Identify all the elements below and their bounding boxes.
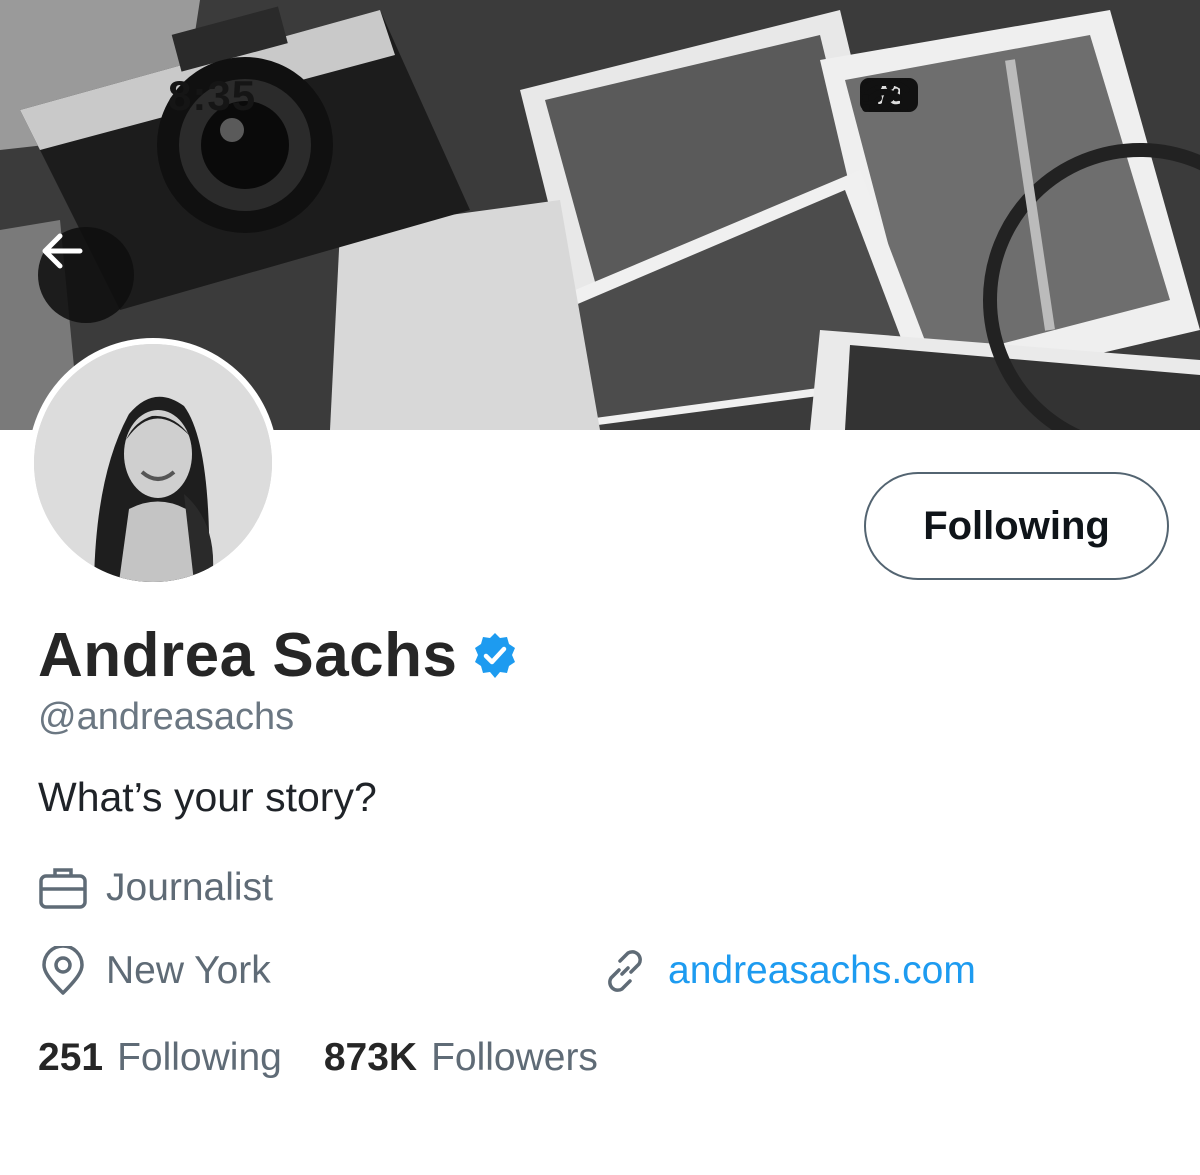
back-button[interactable]	[38, 227, 134, 323]
occupation-row: Journalist	[38, 866, 273, 910]
display-name: Andrea Sachs	[38, 621, 458, 690]
location-row: New York	[38, 946, 271, 996]
follow-stats: 251 Following 873K Followers	[38, 1036, 598, 1080]
status-time: 8:35	[168, 72, 257, 119]
verified-badge-icon	[474, 632, 515, 678]
avatar-image	[34, 344, 272, 582]
website-link[interactable]: andreasachs.com	[668, 949, 976, 993]
briefcase-icon	[39, 868, 87, 909]
following-label[interactable]: Following	[117, 1036, 282, 1080]
status-icons: 73	[860, 78, 918, 112]
location-text: New York	[106, 949, 271, 992]
website-row[interactable]: andreasachs.com	[600, 946, 976, 996]
link-icon	[608, 950, 642, 992]
arrow-left-icon	[42, 233, 83, 269]
occupation-text: Journalist	[106, 866, 273, 909]
following-button[interactable]: Following	[864, 472, 1169, 580]
profile-bio: What’s your story?	[38, 774, 377, 820]
location-pin-icon	[42, 946, 84, 995]
following-count[interactable]: 251	[38, 1036, 103, 1080]
wifi-icon	[860, 78, 910, 112]
avatar[interactable]	[28, 338, 278, 588]
username-handle: @andreasachs	[38, 696, 295, 738]
followers-label[interactable]: Followers	[431, 1036, 598, 1080]
followers-count[interactable]: 873K	[324, 1036, 417, 1080]
display-name-row: Andrea Sachs	[38, 620, 520, 691]
